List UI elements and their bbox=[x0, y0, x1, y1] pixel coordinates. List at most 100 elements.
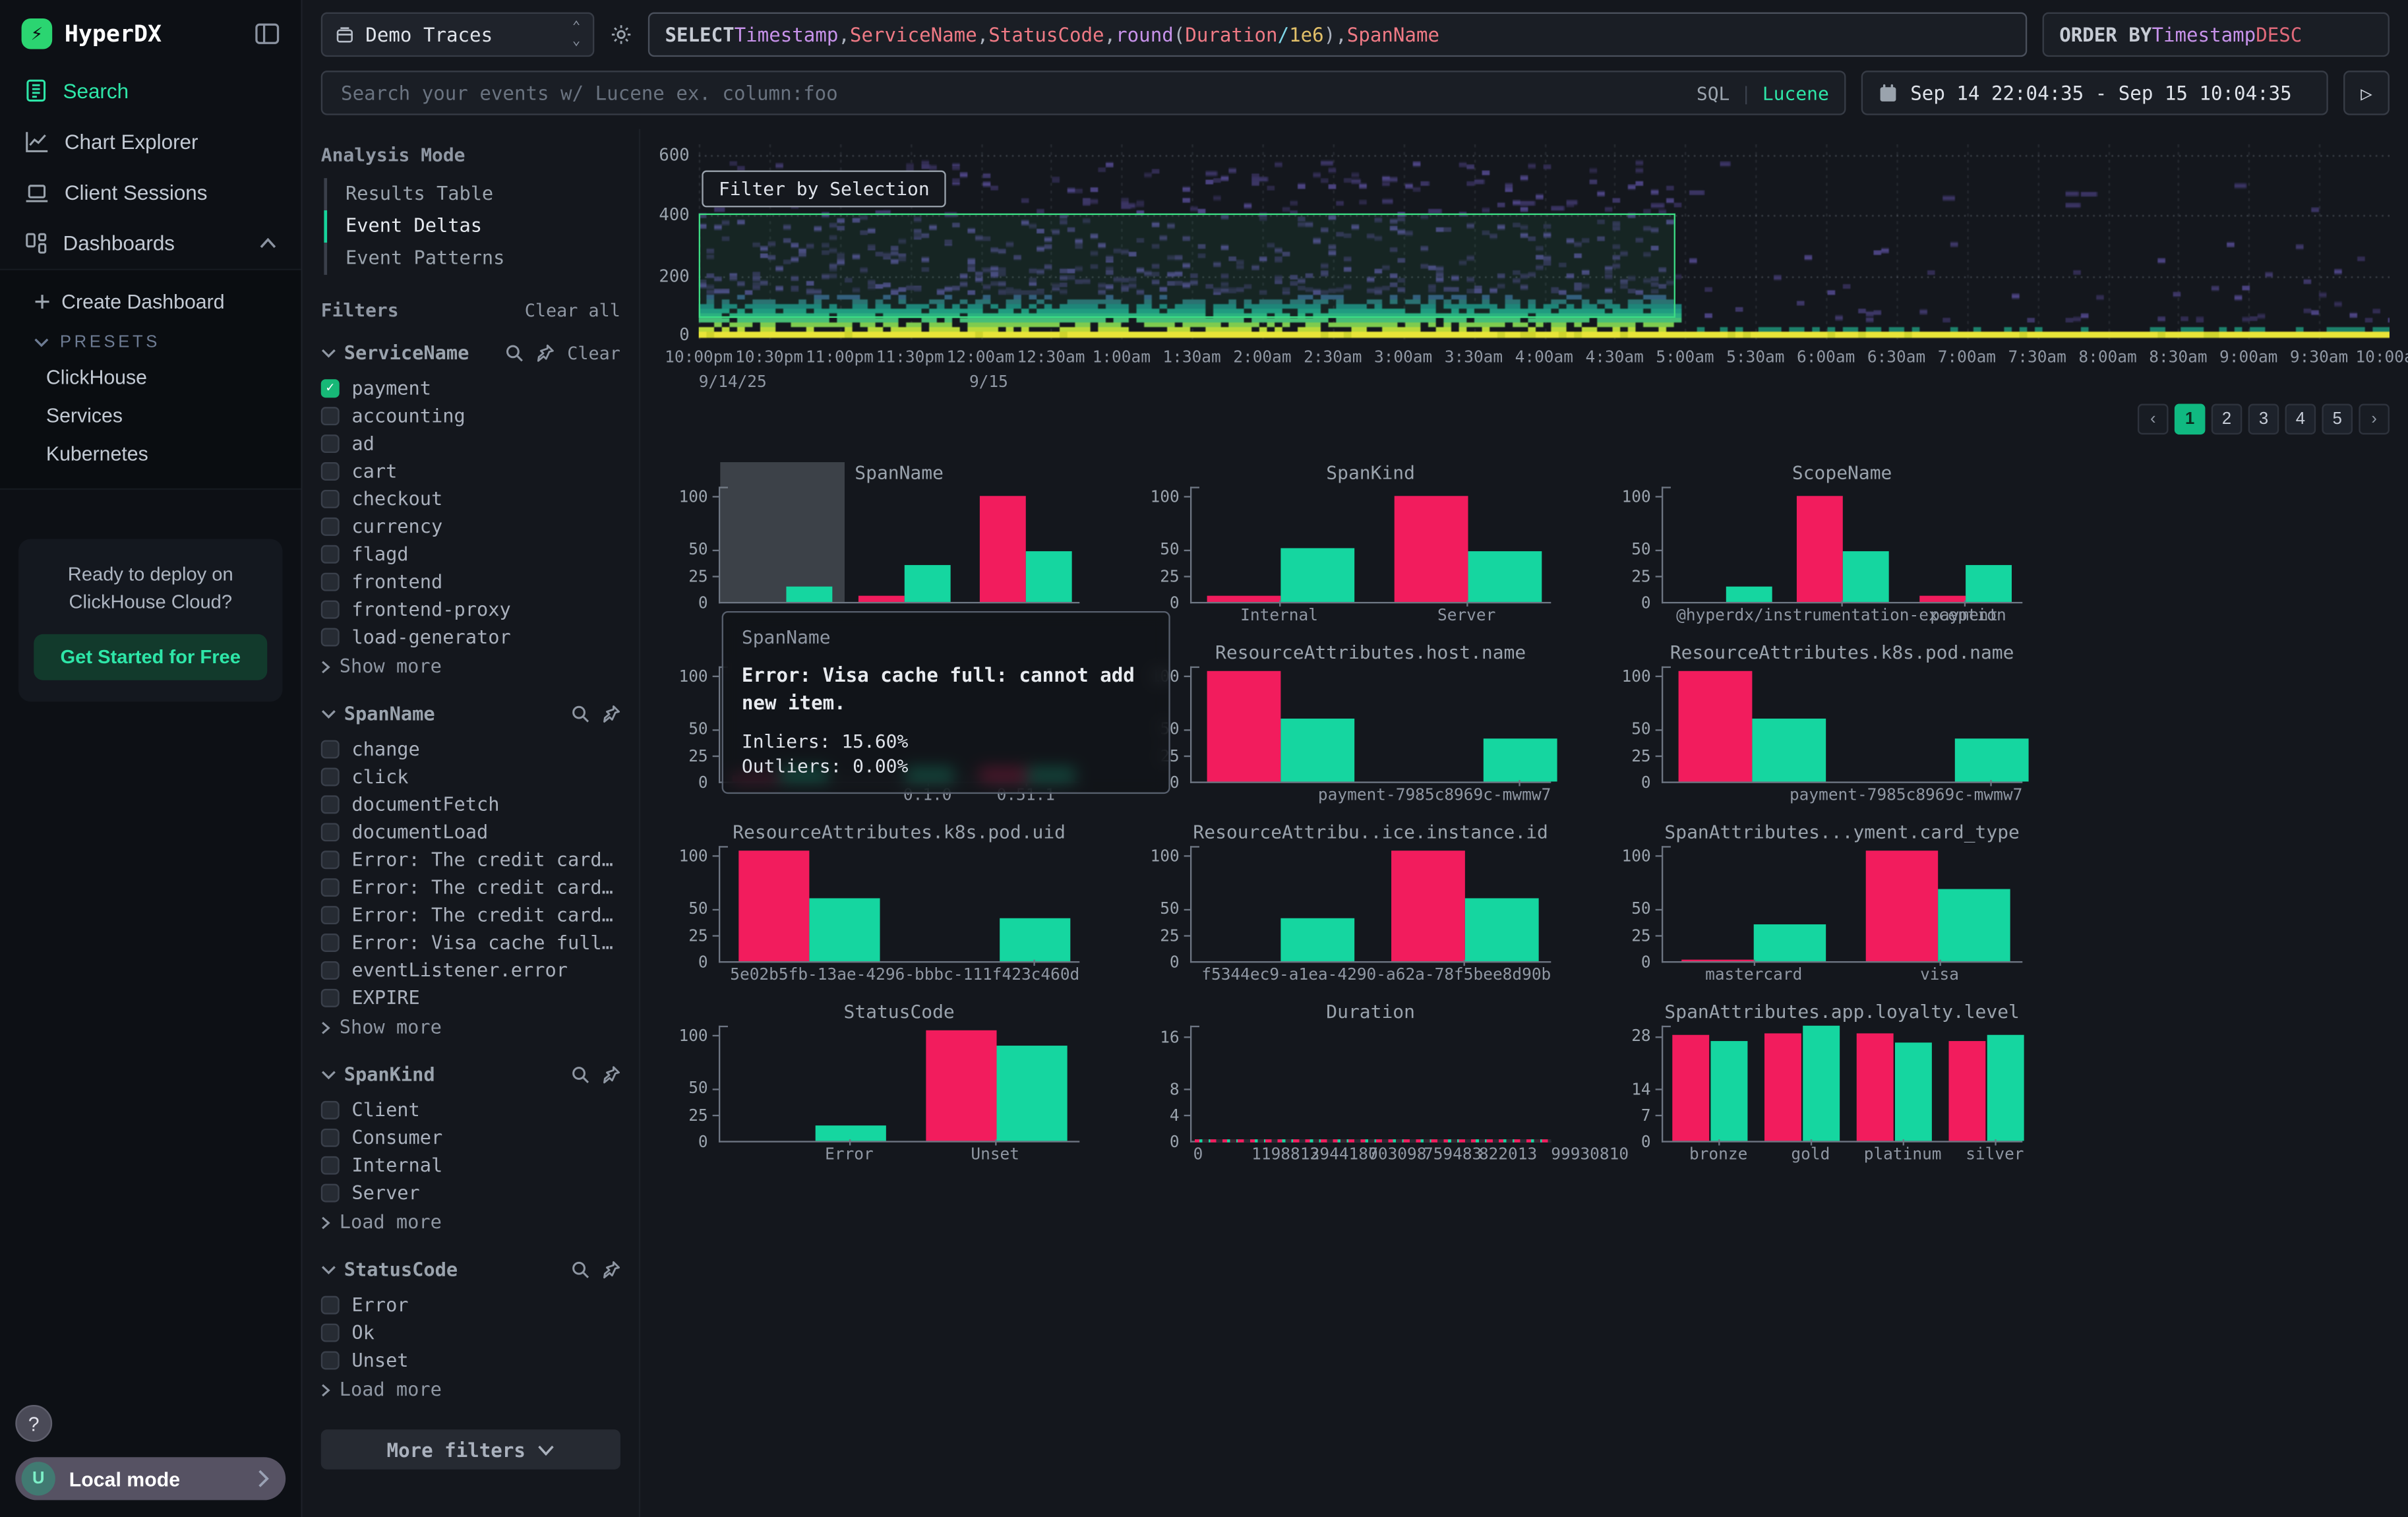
page-next-button[interactable]: › bbox=[2359, 404, 2390, 435]
filter-option-frontend[interactable]: frontend bbox=[321, 568, 620, 596]
sidebar-item-dashboards[interactable]: Dashboards bbox=[0, 218, 301, 269]
chevron-down-icon[interactable] bbox=[321, 1070, 336, 1079]
filter-option-ad[interactable]: ad bbox=[321, 430, 620, 458]
filter-option-expire[interactable]: EXPIRE bbox=[321, 984, 620, 1012]
bar-inliers[interactable] bbox=[786, 586, 832, 602]
bar-outliers[interactable] bbox=[1391, 851, 1465, 961]
checkbox[interactable] bbox=[321, 462, 340, 481]
filter-option-unset[interactable]: Unset bbox=[321, 1347, 620, 1375]
bar-inliers[interactable] bbox=[1803, 1026, 1840, 1141]
chart-plot[interactable] bbox=[1190, 846, 1551, 963]
bar-inliers[interactable] bbox=[1754, 924, 1826, 961]
search-icon[interactable] bbox=[506, 344, 524, 363]
lucene-toggle[interactable]: Lucene bbox=[1762, 82, 1829, 104]
more-filters-button[interactable]: More filters bbox=[321, 1429, 620, 1470]
bar-inliers[interactable] bbox=[816, 1125, 886, 1141]
chevron-down-icon[interactable] bbox=[321, 709, 336, 719]
bar-outliers[interactable] bbox=[1207, 595, 1281, 602]
mode-event-deltas[interactable]: Event Deltas bbox=[327, 210, 620, 243]
checkbox[interactable] bbox=[321, 545, 340, 564]
bar-outliers[interactable] bbox=[1949, 1041, 1986, 1141]
checkbox[interactable] bbox=[321, 518, 340, 536]
checkbox[interactable] bbox=[321, 1324, 340, 1342]
checkbox[interactable] bbox=[321, 1352, 340, 1370]
source-settings-button[interactable] bbox=[610, 13, 633, 57]
bar-outliers[interactable] bbox=[858, 595, 905, 602]
bar-inliers[interactable] bbox=[1484, 739, 1557, 781]
checkbox[interactable] bbox=[321, 573, 340, 591]
filter-option-ok[interactable]: Ok bbox=[321, 1319, 620, 1347]
pin-icon[interactable] bbox=[537, 344, 555, 363]
filter-option-flagd[interactable]: flagd bbox=[321, 541, 620, 568]
checkbox[interactable] bbox=[321, 795, 340, 814]
bar-inliers[interactable] bbox=[1843, 551, 1889, 602]
search-icon[interactable] bbox=[571, 705, 589, 723]
checkbox[interactable] bbox=[321, 490, 340, 508]
filter-by-selection-button[interactable]: Filter by Selection bbox=[702, 171, 946, 208]
bar-inliers[interactable] bbox=[997, 1046, 1068, 1141]
bar-inliers[interactable] bbox=[1280, 549, 1354, 602]
chart-plot[interactable] bbox=[719, 1026, 1079, 1143]
search-input[interactable] bbox=[338, 80, 1684, 106]
preset-link-kubernetes[interactable]: Kubernetes bbox=[0, 434, 301, 473]
chart-plot[interactable] bbox=[1190, 487, 1551, 603]
bar-inliers[interactable] bbox=[1280, 718, 1354, 782]
clear-all-button[interactable]: Clear all bbox=[525, 299, 620, 321]
sql-toggle[interactable]: SQL bbox=[1697, 82, 1730, 104]
filter-option-frontend-proxy[interactable]: frontend-proxy bbox=[321, 596, 620, 624]
sidebar-collapse-icon[interactable] bbox=[255, 23, 280, 45]
page-button-3[interactable]: 3 bbox=[2248, 404, 2279, 435]
filter-option-cart[interactable]: cart bbox=[321, 458, 620, 485]
checkbox[interactable] bbox=[321, 1296, 340, 1315]
bar-outliers[interactable] bbox=[738, 851, 809, 961]
presets-toggle[interactable]: PRESETS bbox=[0, 324, 301, 357]
bar-inliers[interactable] bbox=[1895, 1043, 1932, 1141]
filter-option-internal[interactable]: Internal bbox=[321, 1152, 620, 1179]
bar-inliers[interactable] bbox=[1468, 551, 1542, 602]
bar-outliers[interactable] bbox=[1395, 496, 1468, 602]
checkbox[interactable] bbox=[321, 823, 340, 841]
bar-outliers[interactable] bbox=[1866, 851, 1938, 961]
filter-option-checkout[interactable]: checkout bbox=[321, 485, 620, 513]
filter-option-error-visa-cache-full-[interactable]: Error: Visa cache full: … bbox=[321, 929, 620, 957]
filter-option-error-the-credit-card-[interactable]: Error: The credit card (… bbox=[321, 846, 620, 874]
filter-clear-button[interactable]: Clear bbox=[567, 342, 620, 364]
bar-outliers[interactable] bbox=[1679, 671, 1753, 781]
search-icon[interactable] bbox=[571, 1065, 589, 1084]
preset-link-clickhouse[interactable]: ClickHouse bbox=[0, 358, 301, 396]
filter-option-consumer[interactable]: Consumer bbox=[321, 1124, 620, 1152]
filter-option-server[interactable]: Server bbox=[321, 1179, 620, 1207]
pin-icon[interactable] bbox=[602, 705, 620, 723]
bar-inliers[interactable] bbox=[1938, 889, 2010, 961]
bar-inliers[interactable] bbox=[1711, 1041, 1748, 1141]
bar-outliers[interactable] bbox=[1672, 1036, 1709, 1141]
checkbox[interactable] bbox=[321, 934, 340, 952]
bar-inliers[interactable] bbox=[1955, 739, 2029, 781]
pin-icon[interactable] bbox=[602, 1261, 620, 1279]
sidebar-item-client-sessions[interactable]: Client Sessions bbox=[0, 167, 301, 218]
help-button[interactable]: ? bbox=[15, 1405, 52, 1442]
checkbox[interactable] bbox=[321, 407, 340, 425]
bar-outliers[interactable] bbox=[1797, 496, 1843, 602]
chart-plot[interactable] bbox=[1662, 667, 2022, 783]
filter-option-documentfetch[interactable]: documentFetch bbox=[321, 790, 620, 818]
heatmap-selection-box[interactable] bbox=[699, 214, 1676, 318]
checkbox[interactable] bbox=[321, 878, 340, 897]
filter-option-currency[interactable]: currency bbox=[321, 513, 620, 541]
sidebar-item-search[interactable]: Search bbox=[0, 65, 301, 117]
checkbox[interactable] bbox=[321, 1101, 340, 1119]
bar-inliers[interactable] bbox=[1726, 586, 1772, 602]
order-by-input[interactable]: ORDER BY Timestamp DESC bbox=[2043, 13, 2390, 57]
filter-load-more-button[interactable]: Load more bbox=[321, 1207, 620, 1238]
bar-inliers[interactable] bbox=[1026, 551, 1072, 602]
filter-show-more-button[interactable]: Show more bbox=[321, 1012, 620, 1043]
run-query-button[interactable]: ▷ bbox=[2343, 71, 2390, 115]
chart-plot[interactable] bbox=[1190, 667, 1551, 783]
checkbox[interactable] bbox=[321, 434, 340, 453]
checkbox[interactable] bbox=[321, 1184, 340, 1203]
filter-option-client[interactable]: Client bbox=[321, 1096, 620, 1124]
checkbox[interactable] bbox=[321, 1156, 340, 1175]
local-mode-menu[interactable]: U Local mode bbox=[15, 1457, 286, 1500]
filter-option-click[interactable]: click bbox=[321, 763, 620, 791]
bar-inliers[interactable] bbox=[1752, 718, 1826, 782]
